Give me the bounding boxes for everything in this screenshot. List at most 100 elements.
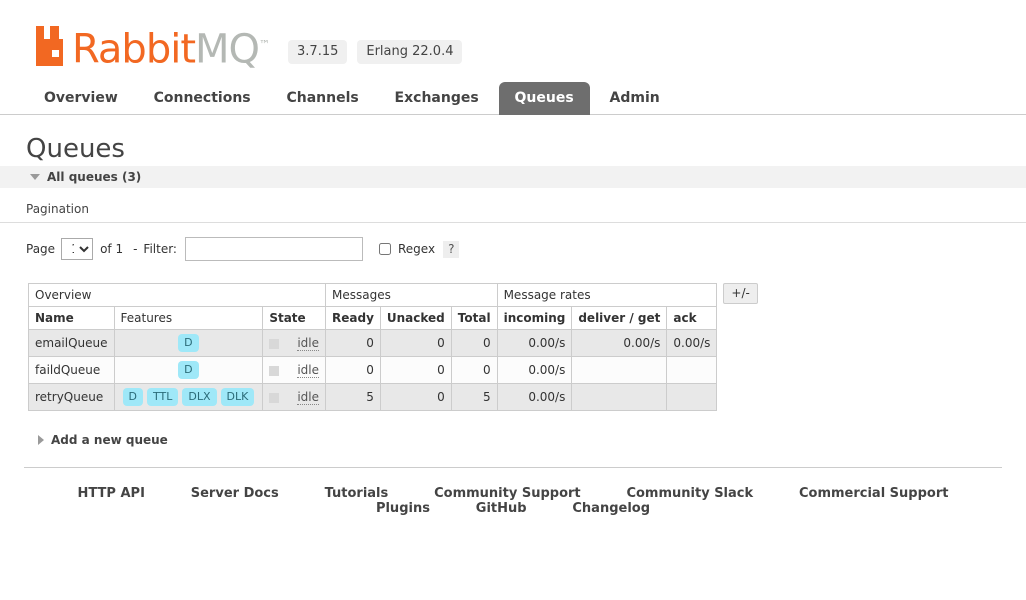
queue-deliver-get-cell — [571, 356, 668, 384]
rabbitmq-logo-icon[interactable] — [36, 26, 66, 66]
tab-channels-link[interactable]: Channels — [270, 82, 374, 115]
queue-name-cell[interactable]: faildQueue — [28, 356, 115, 384]
queue-total-cell: 5 — [450, 383, 498, 411]
tab-connections-link[interactable]: Connections — [138, 82, 267, 115]
state-label: idle — [297, 336, 319, 351]
tab-queues[interactable]: Queues — [498, 82, 590, 115]
queue-unacked-cell: 0 — [379, 383, 452, 411]
queue-features-cell: D TTL DLX DLK — [113, 383, 264, 411]
queues-table-head: Overview Messages Message rates Name Fea… — [28, 283, 718, 330]
footer-link-community-support[interactable]: Community Support — [434, 486, 581, 501]
column-header-unacked[interactable]: Unacked — [379, 306, 452, 330]
tab-exchanges[interactable]: Exchanges — [379, 82, 495, 115]
column-header-ready[interactable]: Ready — [325, 306, 381, 330]
feature-badge: D — [178, 334, 199, 352]
column-header-features: Features — [113, 306, 264, 330]
queue-ack-cell: 0.00/s — [666, 329, 718, 357]
queue-total-cell: 0 — [450, 329, 498, 357]
queue-unacked-cell: 0 — [379, 356, 452, 384]
logo-eye — [52, 50, 59, 57]
footer-link-community-slack[interactable]: Community Slack — [626, 486, 753, 501]
footer-link-tutorials[interactable]: Tutorials — [325, 486, 389, 501]
page-header: RabbitMQ™ 3.7.15 Erlang 22.0.4 Overview … — [0, 0, 1026, 118]
pagination-label: Pagination — [26, 202, 89, 216]
chevron-down-icon[interactable] — [30, 173, 40, 180]
footer-link-commercial-support[interactable]: Commercial Support — [799, 486, 949, 501]
regex-checkbox[interactable] — [378, 243, 391, 255]
feature-badge: DLK — [220, 388, 255, 406]
add-queue-label: Add a new queue — [51, 433, 168, 447]
column-header-incoming[interactable]: incoming — [496, 306, 573, 330]
feature-badge: TTL — [147, 388, 179, 406]
all-queues-section-header[interactable]: All queues (3) — [0, 166, 1026, 188]
group-header-row: Overview Messages Message rates — [28, 283, 718, 307]
tab-admin-link[interactable]: Admin — [594, 82, 676, 115]
feature-badge: D — [178, 361, 199, 379]
page-label: Page — [26, 242, 56, 256]
footer-link-github[interactable]: GitHub — [476, 501, 527, 516]
tab-admin[interactable]: Admin — [594, 82, 676, 115]
version-badges: 3.7.15 Erlang 22.0.4 — [288, 40, 472, 64]
queue-name-cell[interactable]: retryQueue — [28, 383, 115, 411]
group-header-message-rates: Message rates — [496, 283, 718, 307]
state-label: idle — [297, 390, 319, 405]
queue-incoming-cell: 0.00/s — [496, 383, 573, 411]
queue-state-cell: idle — [262, 356, 326, 384]
page-total-label: of 1 — [100, 242, 124, 256]
state-indicator-icon — [269, 338, 280, 349]
group-header-overview: Overview — [28, 283, 326, 307]
footer-link-plugins[interactable]: Plugins — [376, 501, 430, 516]
footer-link-changelog[interactable]: Changelog — [572, 501, 650, 516]
table-row[interactable]: emailQueue D idle 0 0 0 0.00/s 0.00/s 0.… — [28, 329, 718, 357]
column-header-state[interactable]: State — [262, 306, 326, 330]
tab-overview[interactable]: Overview — [28, 82, 134, 115]
column-header-deliver-get[interactable]: deliver / get — [571, 306, 668, 330]
tab-channels[interactable]: Channels — [270, 82, 374, 115]
column-header-row: Name Features State Ready Unacked Total … — [28, 306, 718, 330]
page-title: Queues — [26, 134, 125, 164]
queue-state-cell: idle — [262, 383, 326, 411]
queue-total-cell: 0 — [450, 356, 498, 384]
footer-link-server-docs[interactable]: Server Docs — [191, 486, 279, 501]
toggle-columns-button[interactable]: +/- — [723, 283, 758, 304]
tab-queues-link[interactable]: Queues — [498, 82, 590, 115]
feature-badge: D — [122, 388, 143, 406]
feature-badge: DLX — [182, 388, 217, 406]
queue-ready-cell: 5 — [325, 383, 381, 411]
table-row[interactable]: faildQueue D idle 0 0 0 0.00/s — [28, 356, 718, 384]
tab-overview-link[interactable]: Overview — [28, 82, 134, 115]
pagination-divider — [0, 222, 1026, 223]
filter-label: Filter: — [143, 242, 177, 256]
main-navigation: Overview Connections Channels Exchanges … — [0, 82, 1026, 115]
page-select[interactable]: 1 — [61, 238, 94, 260]
column-header-total[interactable]: Total — [450, 306, 498, 330]
chevron-right-icon[interactable] — [38, 434, 44, 445]
queue-name-cell[interactable]: emailQueue — [28, 329, 115, 357]
regex-control: Regex ? — [378, 240, 460, 258]
queue-ack-cell — [666, 356, 718, 384]
queue-incoming-cell: 0.00/s — [496, 329, 573, 357]
regex-help-icon[interactable]: ? — [443, 240, 460, 258]
add-queue-section-header[interactable]: Add a new queue — [38, 433, 1002, 447]
tab-connections[interactable]: Connections — [138, 82, 267, 115]
state-indicator-icon — [269, 392, 280, 403]
rabbitmq-wordmark: RabbitMQ™ — [72, 25, 270, 69]
column-header-name[interactable]: Name — [28, 306, 115, 330]
queue-unacked-cell: 0 — [379, 329, 452, 357]
filter-controls: Page 1 of 1 - Filter: Regex ? — [26, 237, 1002, 261]
queue-ack-cell — [666, 383, 718, 411]
filter-dash: - — [133, 242, 138, 256]
queue-ready-cell: 0 — [325, 356, 381, 384]
wordmark-rabbit: Rabbit — [72, 26, 196, 72]
tab-exchanges-link[interactable]: Exchanges — [379, 82, 495, 115]
footer-links: HTTP API Server Docs Tutorials Community… — [24, 467, 1002, 516]
column-header-ack[interactable]: ack — [666, 306, 718, 330]
table-row[interactable]: retryQueue D TTL DLX DLK idle 5 0 5 0.00/s — [28, 383, 718, 411]
group-header-messages: Messages — [325, 283, 498, 307]
all-queues-label: All queues (3) — [47, 170, 142, 184]
logo-row: RabbitMQ™ 3.7.15 Erlang 22.0.4 — [0, 0, 1026, 69]
regex-label: Regex — [397, 242, 436, 256]
filter-input[interactable] — [184, 237, 363, 261]
footer-link-http-api[interactable]: HTTP API — [78, 486, 145, 501]
queues-table-wrapper: Overview Messages Message rates Name Fea… — [28, 283, 1002, 411]
